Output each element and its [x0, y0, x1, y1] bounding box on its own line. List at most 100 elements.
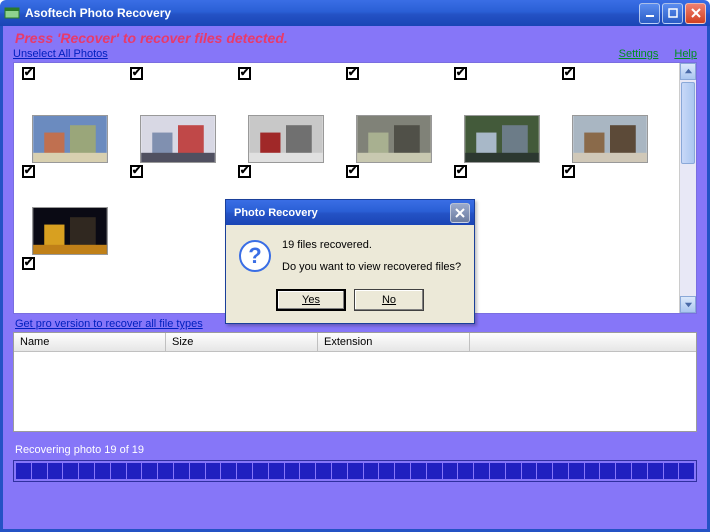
- scroll-thumb[interactable]: [681, 82, 695, 164]
- progress-segment: [458, 463, 473, 479]
- progress-segment: [285, 463, 300, 479]
- progress-segment: [537, 463, 552, 479]
- settings-link[interactable]: Settings: [619, 48, 659, 60]
- progress-segment: [63, 463, 78, 479]
- progress-segment: [553, 463, 568, 479]
- progress-segment: [348, 463, 363, 479]
- thumbnail-checkbox[interactable]: [454, 165, 467, 178]
- column-header-extension[interactable]: Extension: [318, 333, 470, 351]
- file-table: Name Size Extension: [13, 332, 697, 432]
- instruction-text: Press 'Recover' to recover files detecte…: [15, 30, 697, 46]
- titlebar-text: Asoftech Photo Recovery: [25, 6, 639, 20]
- thumbnail-checkbox[interactable]: [130, 67, 143, 80]
- progress-segment: [664, 463, 679, 479]
- progress-segment: [253, 463, 268, 479]
- progress-bar: [13, 460, 697, 482]
- thumbnail[interactable]: [454, 114, 550, 164]
- thumbnail-checkbox[interactable]: [22, 165, 35, 178]
- progress-segment: [16, 463, 31, 479]
- unselect-all-link[interactable]: Unselect All Photos: [13, 48, 108, 60]
- scroll-down-button[interactable]: [680, 296, 696, 313]
- progress-segment: [364, 463, 379, 479]
- column-header-size[interactable]: Size: [166, 333, 318, 351]
- thumbnail-checkbox[interactable]: [346, 67, 359, 80]
- maximize-button[interactable]: [662, 3, 683, 24]
- app-icon: [4, 5, 20, 21]
- titlebar: Asoftech Photo Recovery: [0, 0, 710, 26]
- thumbnail-checkbox[interactable]: [22, 257, 35, 270]
- help-link[interactable]: Help: [674, 48, 697, 60]
- progress-segment: [206, 463, 221, 479]
- thumbnail-checkbox[interactable]: [454, 67, 467, 80]
- thumbnail-row: [22, 114, 671, 164]
- thumbnail-row: [22, 65, 671, 80]
- minimize-button[interactable]: [639, 3, 660, 24]
- progress-segment: [632, 463, 647, 479]
- progress-segment: [32, 463, 47, 479]
- progress-segment: [474, 463, 489, 479]
- thumbnail-checkbox[interactable]: [346, 165, 359, 178]
- thumbnail[interactable]: [238, 114, 334, 164]
- column-header-blank: [470, 333, 696, 351]
- dialog-close-button[interactable]: [450, 203, 470, 223]
- progress-segment: [111, 463, 126, 479]
- no-button[interactable]: No: [354, 289, 424, 311]
- thumbnail-checkbox[interactable]: [562, 165, 575, 178]
- dialog-message-1: 19 files recovered.: [282, 239, 461, 251]
- progress-segment: [142, 463, 157, 479]
- dialog-title-text: Photo Recovery: [230, 207, 450, 219]
- progress-segment: [237, 463, 252, 479]
- progress-segment: [443, 463, 458, 479]
- thumbnail-checkbox[interactable]: [562, 67, 575, 80]
- progress-segment: [616, 463, 631, 479]
- progress-segment: [158, 463, 173, 479]
- table-header: Name Size Extension: [14, 333, 696, 352]
- scroll-up-button[interactable]: [680, 63, 696, 80]
- thumbnail[interactable]: [22, 114, 118, 164]
- progress-segment: [600, 463, 615, 479]
- progress-segment: [379, 463, 394, 479]
- progress-segment: [174, 463, 189, 479]
- progress-segment: [427, 463, 442, 479]
- progress-segment: [300, 463, 315, 479]
- column-header-name[interactable]: Name: [14, 333, 166, 351]
- status-text: Recovering photo 19 of 19: [15, 444, 697, 456]
- yes-button[interactable]: Yes: [276, 289, 346, 311]
- progress-segment: [522, 463, 537, 479]
- close-button[interactable]: [685, 3, 706, 24]
- progress-segment: [679, 463, 694, 479]
- thumbnail-checkbox[interactable]: [130, 165, 143, 178]
- progress-segment: [79, 463, 94, 479]
- progress-segment: [48, 463, 63, 479]
- thumbnail[interactable]: [22, 206, 118, 256]
- thumbnail[interactable]: [346, 114, 442, 164]
- progress-segment: [95, 463, 110, 479]
- thumbnail-checkbox[interactable]: [22, 67, 35, 80]
- question-icon: ?: [238, 239, 272, 273]
- vertical-scrollbar[interactable]: [679, 63, 696, 313]
- progress-segment: [127, 463, 142, 479]
- thumbnail[interactable]: [562, 114, 658, 164]
- progress-segment: [395, 463, 410, 479]
- progress-segment: [648, 463, 663, 479]
- dialog-message-2: Do you want to view recovered files?: [282, 261, 461, 273]
- progress-segment: [269, 463, 284, 479]
- progress-segment: [506, 463, 521, 479]
- progress-segment: [190, 463, 205, 479]
- progress-segment: [585, 463, 600, 479]
- progress-segment: [316, 463, 331, 479]
- dialog: Photo Recovery ? 19 files recovered. Do …: [225, 199, 475, 324]
- thumbnail-checkbox[interactable]: [238, 67, 251, 80]
- progress-segment: [221, 463, 236, 479]
- svg-text:?: ?: [248, 243, 261, 268]
- progress-segment: [569, 463, 584, 479]
- thumbnail-checkbox[interactable]: [238, 165, 251, 178]
- client-area: Press 'Recover' to recover files detecte…: [0, 26, 710, 532]
- progress-segment: [490, 463, 505, 479]
- progress-segment: [411, 463, 426, 479]
- scroll-track[interactable]: [680, 80, 696, 296]
- pro-version-link[interactable]: Get pro version to recover all file type…: [15, 318, 203, 330]
- thumbnail[interactable]: [130, 114, 226, 164]
- progress-segment: [332, 463, 347, 479]
- dialog-titlebar: Photo Recovery: [226, 200, 474, 225]
